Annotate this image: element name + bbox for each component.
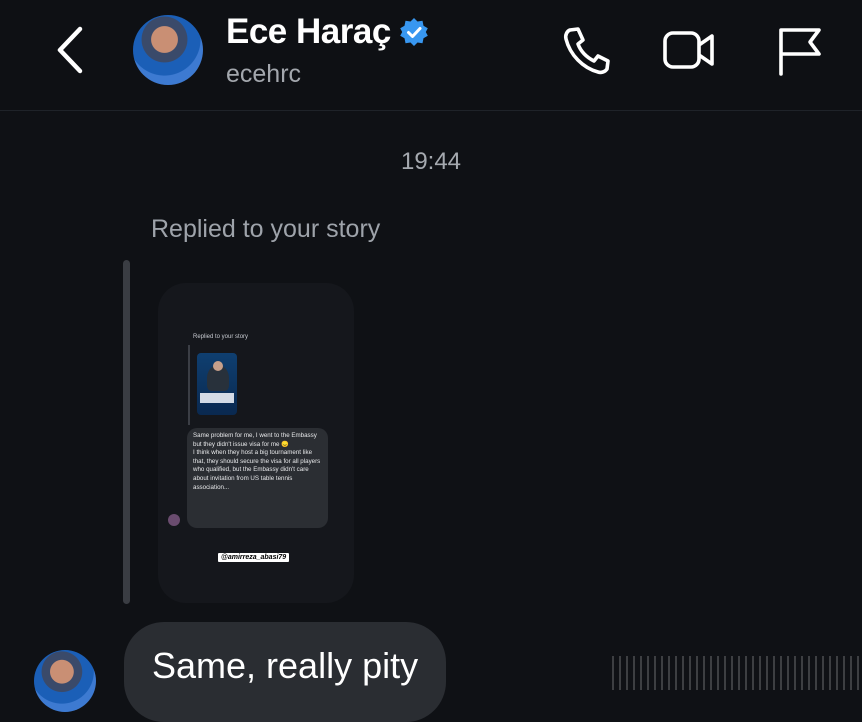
story-replied-label: Replied to your story [193,334,249,340]
video-camera-icon [663,31,714,69]
report-button[interactable] [772,24,828,76]
sender-avatar[interactable] [34,650,96,712]
audio-call-button[interactable] [558,24,614,76]
chevron-left-icon [57,26,83,74]
flag-icon [779,28,821,76]
contact-avatar[interactable] [133,15,203,85]
reply-context-label: Replied to your story [151,215,381,243]
story-sender-avatar [168,514,180,526]
back-button[interactable] [52,25,92,75]
message-bubble[interactable]: Same, really pity [124,622,447,722]
player-head [213,361,223,371]
story-banner [200,393,234,403]
message-timestamp: 19:44 [400,148,462,175]
story-thumbnail [197,353,237,415]
story-message-bubble: Same problem for me, I went to the Embas… [187,428,328,528]
verified-badge-icon [399,18,428,46]
story-reply-bar [188,345,190,425]
chat-header: Ece Haraç ecehrc [0,0,862,111]
contact-name-row[interactable]: Ece Haraç [226,12,429,52]
reply-indicator-bar [123,260,130,604]
compression-artifact [612,656,862,690]
contact-name: Ece Haraç [226,12,391,51]
phone-icon [563,27,610,75]
contact-username: ecehrc [226,60,302,88]
mention-sticker: @amirreza_abasi79 [218,553,290,562]
shared-story-preview[interactable]: Replied to your story Same problem for m… [158,283,354,603]
video-call-button[interactable] [660,24,716,76]
